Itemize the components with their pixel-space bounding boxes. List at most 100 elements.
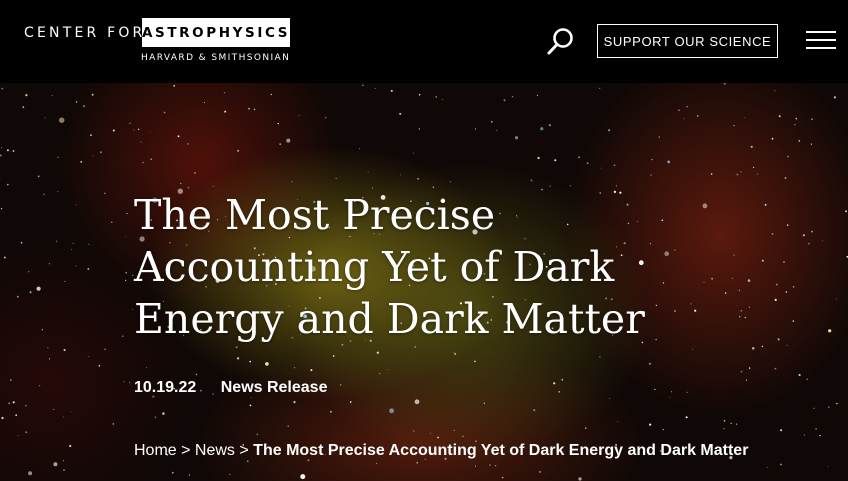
star [654,388,656,390]
star [237,357,240,360]
star [533,409,536,412]
star [658,136,660,138]
star [474,465,476,467]
star [733,124,735,127]
star [154,416,156,418]
star [265,362,269,366]
star [39,385,41,387]
star [27,271,30,273]
breadcrumb-home-link[interactable]: Home [134,442,177,459]
star [553,382,556,385]
breadcrumb-news-link[interactable]: News [195,442,235,459]
hamburger-menu-icon [806,31,836,33]
star [400,174,401,176]
star [122,335,124,337]
star [291,181,293,183]
star [845,210,847,213]
star [736,423,738,425]
star [87,268,90,270]
star [494,465,497,467]
logo-subtitle: HARVARD & SMITHSONIAN [141,53,291,63]
star [651,159,653,161]
star [80,161,83,163]
star [173,84,176,87]
star [277,122,279,125]
star [47,347,49,349]
star [48,263,50,265]
star [429,432,432,434]
star [63,469,65,471]
star [223,92,225,94]
star [828,329,832,333]
star [91,93,94,96]
star [112,423,115,425]
star [129,381,131,383]
star [125,279,127,281]
star [359,148,360,150]
star [253,108,256,111]
star [235,346,238,349]
star [723,420,726,422]
star [335,177,337,180]
support-our-science-button[interactable]: SUPPORT OUR SCIENCE [597,24,778,58]
star [827,466,829,467]
star [339,384,342,386]
hero-banner: The Most Precise Accounting Yet of Dark … [0,83,848,481]
search-button[interactable] [546,26,576,56]
star [810,143,813,145]
star [293,401,296,404]
star [723,428,725,430]
article-date: 10.19.22 [134,379,197,396]
star [496,129,498,131]
star [171,471,174,474]
logo-main: ASTROPHYSICS [142,18,290,47]
menu-button[interactable] [806,31,836,51]
star [88,356,90,357]
star [764,203,767,206]
star [142,161,144,164]
star [6,183,9,186]
star [270,93,272,96]
star [53,408,55,410]
star [8,402,11,405]
star [376,351,379,354]
star [36,286,41,291]
star [578,477,582,481]
star [330,410,332,413]
star [15,414,18,417]
star [744,316,746,319]
star [51,94,53,97]
star [123,381,125,383]
search-icon [547,28,573,55]
star [29,291,32,294]
star [808,242,810,245]
star [224,110,227,113]
star [511,95,514,98]
star [212,185,214,187]
star [836,298,837,300]
star [685,416,688,419]
star [412,152,414,154]
star [187,143,189,145]
article-meta: 10.19.22 News Release [134,379,327,397]
star [418,93,421,96]
star [48,358,50,360]
breadcrumb-current: The Most Precise Accounting Yet of Dark … [253,442,749,459]
star [90,134,92,137]
star [246,460,249,463]
star [599,356,601,358]
star [25,404,27,407]
star [811,230,813,233]
star [710,173,713,175]
star [600,167,602,169]
star [442,99,444,100]
star [287,425,290,428]
star [748,367,751,369]
star [414,346,417,348]
star [811,118,813,121]
star [730,422,732,424]
star [28,471,33,476]
star [662,429,664,431]
star [62,416,64,418]
star [0,147,2,149]
